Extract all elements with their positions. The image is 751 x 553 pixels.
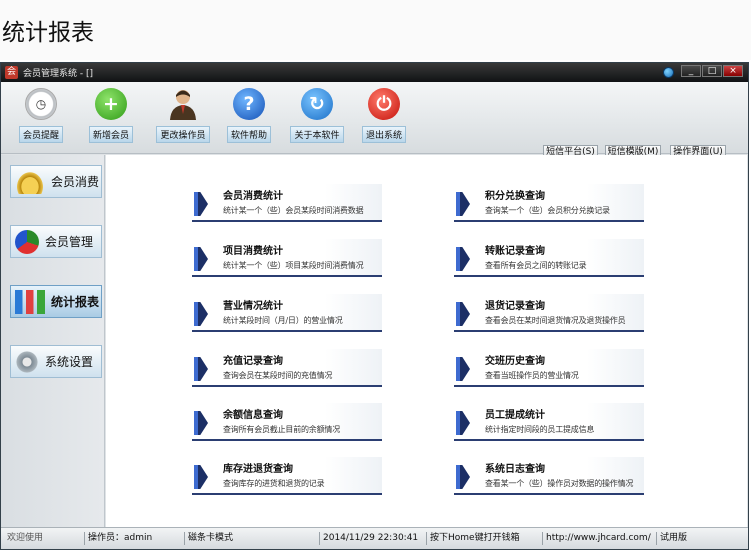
page-title: 统计报表: [0, 0, 751, 60]
report-desc: 查询所有会员截止目前的余额情况: [223, 425, 340, 434]
report-card-business[interactable]: 营业情况统计 统计某段时间（月/日）的营业情况: [192, 294, 382, 332]
report-panel: 会员消费统计 统计某一个（些）会员某段时间消费数据 项目消费统计 统计某一个（些…: [106, 155, 747, 527]
about-icon: ↻: [301, 88, 333, 120]
arrow-icon: [456, 357, 470, 381]
toolbar-label: 会员提醒: [18, 126, 63, 143]
app-icon: 会: [5, 66, 18, 79]
status-operator: 操作员：admin: [84, 532, 152, 545]
status-welcome: 欢迎使用: [7, 533, 44, 543]
report-title: 库存进退货查询: [223, 464, 293, 475]
skin-icon[interactable]: [663, 67, 674, 78]
report-title: 员工提成统计: [485, 410, 545, 421]
member-reminder-button[interactable]: ◷ 会员提醒: [13, 88, 69, 148]
arrow-icon: [456, 247, 470, 271]
sidebar-item-label: 统计报表: [51, 295, 100, 309]
report-card-syslog[interactable]: 系统日志查询 查看某一个（些）操作员对数据的操作情况: [454, 457, 644, 495]
report-title: 系统日志查询: [485, 464, 545, 475]
exit-button[interactable]: ⏻ 退出系统: [356, 88, 412, 148]
report-title: 充值记录查询: [223, 356, 283, 367]
sidebar-item-settings[interactable]: 系统设置: [10, 345, 102, 378]
toolbar-label: 更改操作员: [156, 126, 210, 143]
report-desc: 查询会员在某段时间的充值情况: [223, 371, 333, 380]
sidebar-item-label: 会员消费: [51, 175, 100, 189]
help-button[interactable]: ? 软件帮助: [221, 88, 277, 148]
change-operator-button[interactable]: 更改操作员: [155, 88, 211, 148]
report-title: 营业情况统计: [223, 301, 283, 312]
report-title: 退货记录查询: [485, 301, 545, 312]
report-card-recharge[interactable]: 充值记录查询 查询会员在某段时间的充值情况: [192, 349, 382, 387]
sidebar-item-label: 系统设置: [45, 355, 94, 369]
toolbar-label: 软件帮助: [226, 126, 271, 143]
report-desc: 查询库存的进货和退货的记录: [223, 479, 325, 488]
sidebar: 会员消费 会员管理 统计报表 系统设置: [1, 155, 105, 527]
report-title: 积分兑换查询: [485, 191, 545, 202]
user-icon: [167, 88, 199, 120]
report-title: 余额信息查询: [223, 410, 283, 421]
status-url[interactable]: http://www.jhcard.com/: [542, 532, 651, 545]
pie-chart-icon: [15, 229, 39, 254]
arrow-icon: [194, 465, 208, 489]
report-desc: 统计指定时间段的员工提成信息: [485, 425, 595, 434]
report-card-transfer[interactable]: 转账记录查询 查看所有会员之间的转账记录: [454, 239, 644, 277]
report-card-return[interactable]: 退货记录查询 查看会员在某时间退货情况及退货操作员: [454, 294, 644, 332]
report-desc: 查看所有会员之间的转账记录: [485, 261, 587, 270]
report-title: 会员消费统计: [223, 191, 283, 202]
sidebar-item-member-consume[interactable]: 会员消费: [10, 165, 102, 198]
report-card-item-consume[interactable]: 项目消费统计 统计某一个（些）项目某段时间消费情况: [192, 239, 382, 277]
close-button[interactable]: ×: [723, 65, 743, 77]
window-title: 会员管理系统 - []: [23, 69, 93, 79]
report-desc: 统计某一个（些）项目某段时间消费情况: [223, 261, 364, 270]
report-card-inventory[interactable]: 库存进退货查询 查询库存的进货和退货的记录: [192, 457, 382, 495]
status-edition: 试用版: [656, 532, 687, 545]
plus-icon: +: [95, 88, 127, 120]
arrow-icon: [194, 302, 208, 326]
toolbar-label: 退出系统: [361, 126, 406, 143]
toolbar: ◷ 会员提醒 + 新增会员 更改操作员 ? 软件帮助 ↻ 关于本软件 ⏻ 退出系…: [1, 82, 748, 160]
report-card-shift[interactable]: 交班历史查询 查看当班操作员的营业情况: [454, 349, 644, 387]
help-icon: ?: [233, 88, 265, 120]
report-card-points[interactable]: 积分兑换查询 查询某一个（些）会员积分兑换记录: [454, 184, 644, 222]
status-bar: 欢迎使用 操作员：admin 磁条卡模式 2014/11/29 22:30:41…: [1, 527, 748, 549]
report-card-commission[interactable]: 员工提成统计 统计指定时间段的员工提成信息: [454, 403, 644, 441]
coins-icon: [15, 169, 45, 194]
clock-icon: ◷: [25, 88, 57, 120]
sidebar-item-member-manage[interactable]: 会员管理: [10, 225, 102, 258]
arrow-icon: [456, 411, 470, 435]
report-desc: 查看当班操作员的营业情况: [485, 371, 579, 380]
report-title: 交班历史查询: [485, 356, 545, 367]
bar-chart-icon: [15, 289, 45, 314]
arrow-icon: [456, 465, 470, 489]
report-desc: 查看某一个（些）操作员对数据的操作情况: [485, 479, 634, 488]
gear-icon: [15, 349, 39, 374]
report-title: 转账记录查询: [485, 246, 545, 257]
report-card-member-consume[interactable]: 会员消费统计 统计某一个（些）会员某段时间消费数据: [192, 184, 382, 222]
toolbar-label: 关于本软件: [290, 126, 344, 143]
arrow-icon: [194, 357, 208, 381]
report-title: 项目消费统计: [223, 246, 283, 257]
title-bar[interactable]: 会 会员管理系统 - [] _ □ ×: [1, 63, 748, 82]
exit-icon: ⏻: [368, 88, 400, 120]
app-window: 会 会员管理系统 - [] _ □ × ◷ 会员提醒 + 新增会员 更改操作员: [0, 62, 749, 550]
report-desc: 统计某段时间（月/日）的营业情况: [223, 316, 343, 325]
sidebar-item-label: 会员管理: [45, 235, 94, 249]
sidebar-item-reports[interactable]: 统计报表: [10, 285, 102, 318]
arrow-icon: [194, 192, 208, 216]
status-card-mode: 磁条卡模式: [184, 532, 233, 545]
report-desc: 统计某一个（些）会员某段时间消费数据: [223, 206, 364, 215]
add-member-button[interactable]: + 新增会员: [83, 88, 139, 148]
toolbar-label: 新增会员: [88, 126, 133, 143]
minimize-button[interactable]: _: [681, 65, 701, 77]
about-button[interactable]: ↻ 关于本软件: [289, 88, 345, 148]
status-datetime: 2014/11/29 22:30:41: [319, 532, 418, 545]
status-hint: 按下Home键打开钱箱: [426, 532, 520, 545]
maximize-button[interactable]: □: [702, 65, 722, 77]
arrow-icon: [456, 302, 470, 326]
report-card-balance[interactable]: 余额信息查询 查询所有会员截止目前的余额情况: [192, 403, 382, 441]
arrow-icon: [456, 192, 470, 216]
report-desc: 查询某一个（些）会员积分兑换记录: [485, 206, 610, 215]
arrow-icon: [194, 247, 208, 271]
arrow-icon: [194, 411, 208, 435]
report-desc: 查看会员在某时间退货情况及退货操作员: [485, 316, 626, 325]
